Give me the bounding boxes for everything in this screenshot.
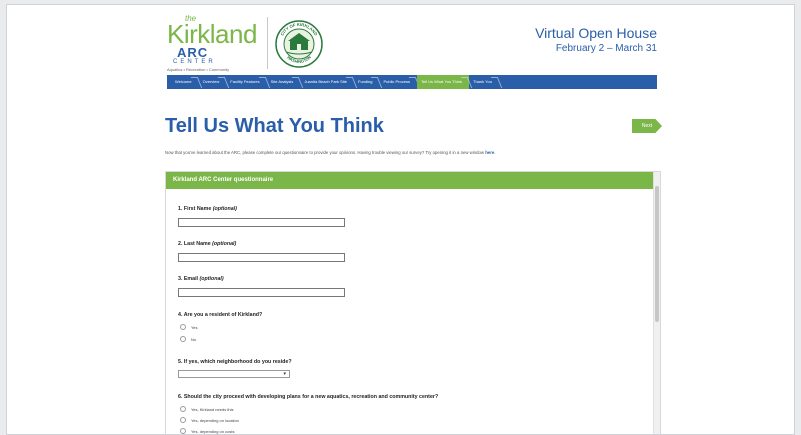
- page-container: the Kirkland ARC CENTER Aquatics • Recre…: [6, 4, 795, 435]
- question-label: 3. Email: [178, 276, 199, 282]
- radio-label: Yes: [191, 324, 198, 330]
- radio-label: Yes, Kirkland needs this: [191, 406, 234, 412]
- next-button[interactable]: Next: [632, 119, 662, 133]
- optional-label: (optional): [212, 241, 237, 247]
- event-dates: February 2 – March 31: [555, 43, 657, 54]
- logo-center: CENTER: [173, 59, 216, 65]
- virtual-open-house-title: Virtual Open House: [535, 25, 657, 41]
- radio-circle-icon[interactable]: [180, 324, 186, 330]
- question-resident: 4. Are you a resident of Kirkland?: [178, 312, 263, 318]
- question-email: 3. Email (optional): [178, 276, 224, 282]
- scrollbar-thumb[interactable]: [655, 186, 659, 322]
- radio-option-depending-on-location[interactable]: Yes, depending on location: [180, 417, 239, 423]
- nav-item-welcome[interactable]: Welcome: [171, 75, 199, 89]
- radio-circle-icon[interactable]: [180, 428, 186, 434]
- question-label: 2. Last Name: [178, 241, 211, 247]
- logo-arc: ARC: [177, 45, 209, 60]
- main-nav-bar: Welcome Overview Facility Features Site …: [167, 75, 657, 89]
- question-last-name: 2. Last Name (optional): [178, 241, 236, 247]
- questionnaire-header: Kirkland ARC Center questionnaire: [166, 172, 660, 189]
- nav-item-tell-us-what-you-think[interactable]: Tell Us What You Think: [416, 75, 470, 89]
- questionnaire-scrollbar[interactable]: [653, 172, 660, 434]
- chevron-down-icon: ▾: [283, 371, 286, 377]
- kirkland-arc-logo[interactable]: the Kirkland ARC CENTER Aquatics • Recre…: [167, 14, 267, 72]
- radio-circle-icon[interactable]: [180, 417, 186, 423]
- neighborhood-select[interactable]: ▾: [178, 370, 290, 378]
- city-seal-icon: CITY OF KIRKLAND WASHINGTON: [275, 20, 323, 68]
- optional-label: (optional): [199, 276, 224, 282]
- question-first-name: 1. First Name (optional): [178, 206, 237, 212]
- last-name-input[interactable]: [178, 253, 345, 262]
- first-name-input[interactable]: [178, 218, 345, 227]
- radio-label: Yes, depending on location: [191, 417, 239, 423]
- nav-item-overview[interactable]: Overview: [199, 75, 227, 89]
- nav-item-funding[interactable]: Funding: [354, 75, 379, 89]
- nav-item-thank-you[interactable]: Thank You: [469, 75, 499, 89]
- nav-item-juanita-beach-park-site[interactable]: Juanita Beach Park Site: [300, 75, 354, 89]
- radio-option-depending-on-costs[interactable]: Yes, depending on costs: [180, 428, 234, 434]
- questionnaire-frame: Kirkland ARC Center questionnaire 1. Fir…: [165, 171, 661, 434]
- open-survey-link[interactable]: here: [485, 150, 494, 155]
- intro-text: Now that you've learned about the ARC, p…: [165, 150, 495, 155]
- logo-tagline: Aquatics • Recreation • Community: [167, 67, 230, 72]
- radio-label: Yes, depending on costs: [191, 428, 235, 434]
- radio-option-no[interactable]: No: [180, 336, 196, 342]
- question-neighborhood: 5. If yes, which neighborhood do you res…: [178, 359, 292, 365]
- intro-end: .: [494, 150, 496, 155]
- question-proceed-plans: 6. Should the city proceed with developi…: [178, 394, 439, 400]
- nav-item-site-analysis[interactable]: Site Analysis: [267, 75, 301, 89]
- question-label: 1. First Name: [178, 206, 212, 212]
- header-divider: [267, 17, 268, 69]
- page-title: Tell Us What You Think: [165, 115, 384, 137]
- radio-label: No: [191, 336, 197, 342]
- optional-label: (optional): [212, 206, 237, 212]
- nav-item-public-process[interactable]: Public Process: [379, 75, 416, 89]
- radio-option-kirkland-needs-this[interactable]: Yes, Kirkland needs this: [180, 406, 234, 412]
- email-input[interactable]: [178, 288, 345, 297]
- radio-circle-icon[interactable]: [180, 406, 186, 412]
- intro-body: Now that you've learned about the ARC, p…: [165, 150, 484, 155]
- nav-item-facility-features[interactable]: Facility Features: [226, 75, 266, 89]
- radio-circle-icon[interactable]: [180, 336, 186, 342]
- radio-option-yes[interactable]: Yes: [180, 324, 198, 330]
